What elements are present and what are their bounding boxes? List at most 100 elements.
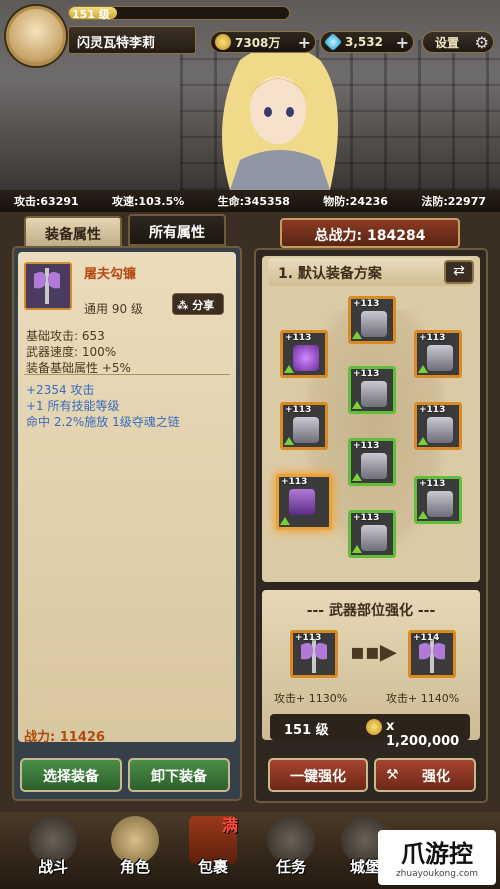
- nav-quest-label: 任务: [275, 858, 306, 876]
- enhance-label: 强化: [422, 769, 450, 785]
- nav-quest[interactable]: 任务: [256, 816, 326, 886]
- enhance-title: --- 武器部位强化 ---: [306, 603, 436, 619]
- helmet-slot[interactable]: +113: [348, 296, 396, 344]
- shield-icon: [427, 491, 453, 517]
- stat-attack-speed: 攻速:103.5%: [112, 195, 185, 208]
- gear-icon: ⚙: [474, 32, 489, 52]
- weapon-speed: 武器速度: 100%: [26, 345, 117, 359]
- upgrade-arrow-icon: ▪▪▶: [350, 640, 397, 665]
- boots-icon: [361, 525, 387, 551]
- nav-character-label: 角色: [119, 858, 150, 876]
- character-portrait: [222, 45, 338, 190]
- total-power: 总战力: 184284: [280, 218, 460, 248]
- enhance-from-level: +113: [295, 633, 322, 643]
- watermark-sub: zhuayoukong.com: [395, 869, 479, 879]
- top-bar: 151 级 闪灵瓦特李莉 7308万 + 3,532 + 设置 ⚙: [0, 0, 500, 66]
- diamond-icon: [323, 32, 343, 52]
- divider: [24, 374, 230, 375]
- nav-character[interactable]: 角色: [100, 816, 170, 886]
- legs-slot[interactable]: +113: [348, 438, 396, 486]
- gold-amount: 7308万: [235, 35, 281, 50]
- nav-bag-label: 包裹: [197, 858, 228, 876]
- gold-coin-icon: [215, 34, 231, 50]
- belt-icon: [293, 417, 319, 443]
- swap-icon: ⇄: [453, 263, 465, 279]
- add-gem-icon[interactable]: +: [396, 33, 409, 52]
- stat-attack: 攻击:63291: [14, 195, 79, 208]
- item-power: 战力: 11426: [24, 730, 105, 745]
- stats-bar: 攻击:63291 攻速:103.5% 生命:345358 物防:24236 法防…: [0, 190, 500, 212]
- helmet-icon: [361, 311, 387, 337]
- slot-level: +113: [353, 441, 380, 451]
- bracer-slot[interactable]: +113: [414, 402, 462, 450]
- upgrade-arrow-icon: [280, 517, 290, 525]
- necklace-icon: [293, 345, 319, 371]
- cost-level: 151 级: [284, 723, 329, 738]
- weapon-icon: [289, 489, 315, 515]
- item-card: [18, 252, 236, 742]
- item-requirement: 通用 90 级: [84, 302, 143, 316]
- gloves-slot[interactable]: +113: [414, 330, 462, 378]
- nav-bag[interactable]: 满 包裹: [178, 816, 248, 886]
- one-click-enhance-button[interactable]: 一键强化: [268, 758, 368, 792]
- slot-level: +113: [353, 369, 380, 379]
- armor-slot[interactable]: +113: [348, 366, 396, 414]
- enhance-to-level: +114: [413, 633, 440, 643]
- gem-counter[interactable]: 3,532 +: [320, 31, 414, 53]
- bracer-icon: [427, 417, 453, 443]
- settings-label: 设置: [435, 35, 460, 50]
- enhance-from-slot: +113: [290, 630, 338, 678]
- nav-battle-label: 战斗: [37, 858, 68, 876]
- cost-amount: x 1,200,000: [386, 719, 460, 749]
- gold-coin-icon: [366, 719, 382, 735]
- shield-slot[interactable]: +113: [414, 476, 462, 524]
- nav-battle[interactable]: 战斗: [18, 816, 88, 886]
- slot-level: +113: [419, 333, 446, 343]
- bonus-attack: +2354 攻击: [26, 383, 95, 397]
- slot-level: +113: [285, 333, 312, 343]
- necklace-slot[interactable]: +113: [280, 330, 328, 378]
- unequip-button[interactable]: 卸下装备: [128, 758, 230, 792]
- add-gold-icon[interactable]: +: [298, 33, 311, 52]
- player-name: 闪灵瓦特李莉: [68, 26, 196, 54]
- base-attack: 基础攻击: 653: [26, 329, 105, 343]
- gold-counter[interactable]: 7308万 +: [210, 31, 316, 53]
- site-watermark: 爪游控 zhuayoukong.com: [378, 830, 496, 885]
- share-icon: ⁂: [177, 299, 189, 312]
- settings-button[interactable]: 设置 ⚙: [422, 31, 494, 53]
- boots-slot[interactable]: +113: [348, 510, 396, 558]
- share-button[interactable]: ⁂ 分享: [172, 293, 224, 315]
- loadout-title[interactable]: 1. 默认装备方案: [268, 258, 473, 286]
- enhance-to-bonus: 攻击+ 1140%: [386, 692, 460, 705]
- gem-amount: 3,532: [345, 35, 383, 49]
- slot-level: +113: [353, 513, 380, 523]
- armor-icon: [361, 381, 387, 407]
- stat-phys-def: 物防:24236: [323, 195, 388, 208]
- weapon-slot[interactable]: +113: [276, 474, 332, 530]
- share-label: 分享: [192, 299, 215, 312]
- bag-full-badge: 满: [222, 816, 239, 835]
- slot-level: +113: [419, 405, 446, 415]
- item-name: 屠夫勾镰: [84, 267, 137, 282]
- stat-magic-def: 法防:22977: [421, 195, 486, 208]
- gloves-icon: [427, 345, 453, 371]
- swap-loadout-button[interactable]: ⇄: [444, 260, 474, 284]
- enhance-to-slot: +114: [408, 630, 456, 678]
- enhance-from-bonus: 攻击+ 1130%: [274, 692, 348, 705]
- hammer-icon: ⚒: [386, 767, 399, 783]
- bonus-skill-level: +1 所有技能等级: [26, 399, 120, 413]
- select-equipment-button[interactable]: 选择装备: [20, 758, 122, 792]
- enhance-button[interactable]: ⚒ 强化: [374, 758, 476, 792]
- legs-icon: [361, 453, 387, 479]
- player-avatar[interactable]: [6, 6, 66, 66]
- item-thumbnail: [24, 262, 72, 310]
- player-level: 151 级: [72, 8, 110, 21]
- slot-level: +113: [353, 299, 380, 309]
- tab-all-props[interactable]: 所有属性: [128, 214, 226, 246]
- watermark-main: 爪游控: [401, 840, 473, 868]
- tab-equip-props[interactable]: 装备属性: [24, 216, 122, 248]
- belt-slot[interactable]: +113: [280, 402, 328, 450]
- enhance-cost-bar: 151 级 x 1,200,000: [270, 714, 470, 749]
- axe-icon: [34, 268, 60, 304]
- bonus-proc: 命中 2.2%施放 1级夺魂之链: [26, 415, 180, 429]
